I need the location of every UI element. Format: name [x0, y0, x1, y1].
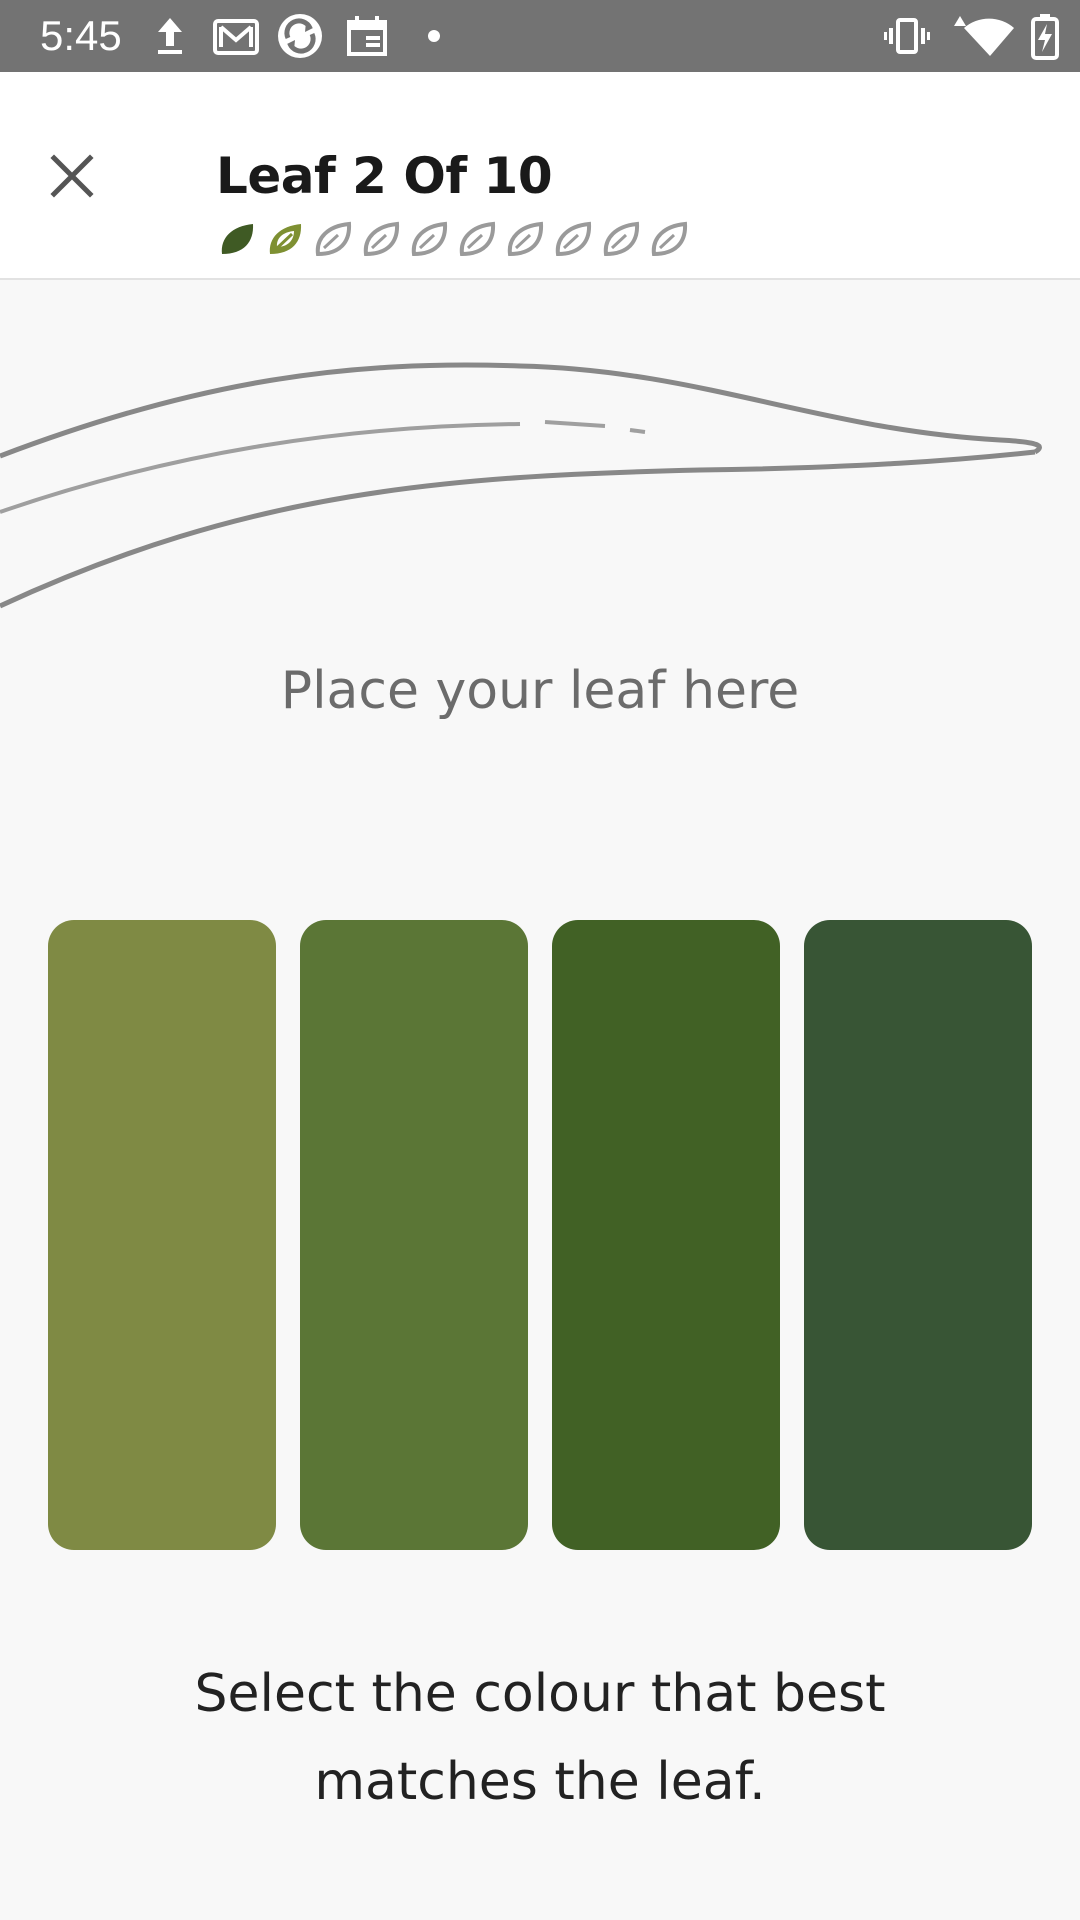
progress-leaf-icon-pending — [603, 221, 640, 257]
leaf-midrib-dash-1 — [544, 420, 606, 428]
upload-icon — [158, 18, 182, 54]
close-button[interactable] — [36, 140, 108, 212]
vibrate-icon — [884, 18, 930, 54]
gmail-icon — [213, 19, 259, 55]
leaf-midrib-dash-2 — [629, 428, 646, 434]
calendar-icon — [347, 16, 387, 56]
wifi-icon — [954, 16, 1014, 56]
colour-swatch-row — [48, 920, 1032, 1550]
close-icon — [50, 154, 94, 198]
colour-swatch-4[interactable] — [804, 920, 1032, 1550]
progress-leaf-icon-pending — [459, 221, 496, 257]
notification-dot-icon — [428, 30, 440, 42]
progress-leaf-icon-pending — [411, 221, 448, 257]
leaf-midrib — [0, 422, 521, 514]
colour-swatch-3[interactable] — [552, 920, 780, 1550]
colour-swatch-2[interactable] — [300, 920, 528, 1550]
progress-leaf-icon-pending — [363, 221, 400, 257]
sync-app-icon — [278, 14, 322, 58]
instruction-text: Select the colour that best matches the … — [194, 1664, 886, 1812]
leaf-outline-guide — [0, 362, 1042, 609]
colour-swatch-1[interactable] — [48, 920, 276, 1550]
leaf-progress-indicator — [218, 220, 688, 260]
leaf-outline-top-edge — [0, 362, 1042, 459]
battery-charging-icon — [1031, 14, 1059, 60]
progress-leaf-icon-pending — [555, 221, 592, 257]
progress-leaf-icon-pending — [507, 221, 544, 257]
status-bar: 5:45 — [0, 0, 1080, 72]
progress-leaf-icon-current — [269, 224, 302, 254]
progress-leaf-icon-completed — [221, 224, 254, 254]
progress-leaf-icon-pending — [315, 221, 352, 257]
top-app-bar: Leaf 2 Of 10 — [0, 72, 1080, 280]
placement-hint: Place your leaf here — [280, 661, 800, 721]
page-title: Leaf 2 Of 10 — [216, 147, 553, 205]
status-time: 5:45 — [40, 12, 122, 59]
leaf-outline-bottom-edge — [0, 449, 1036, 609]
progress-leaf-icon-pending — [651, 221, 688, 257]
